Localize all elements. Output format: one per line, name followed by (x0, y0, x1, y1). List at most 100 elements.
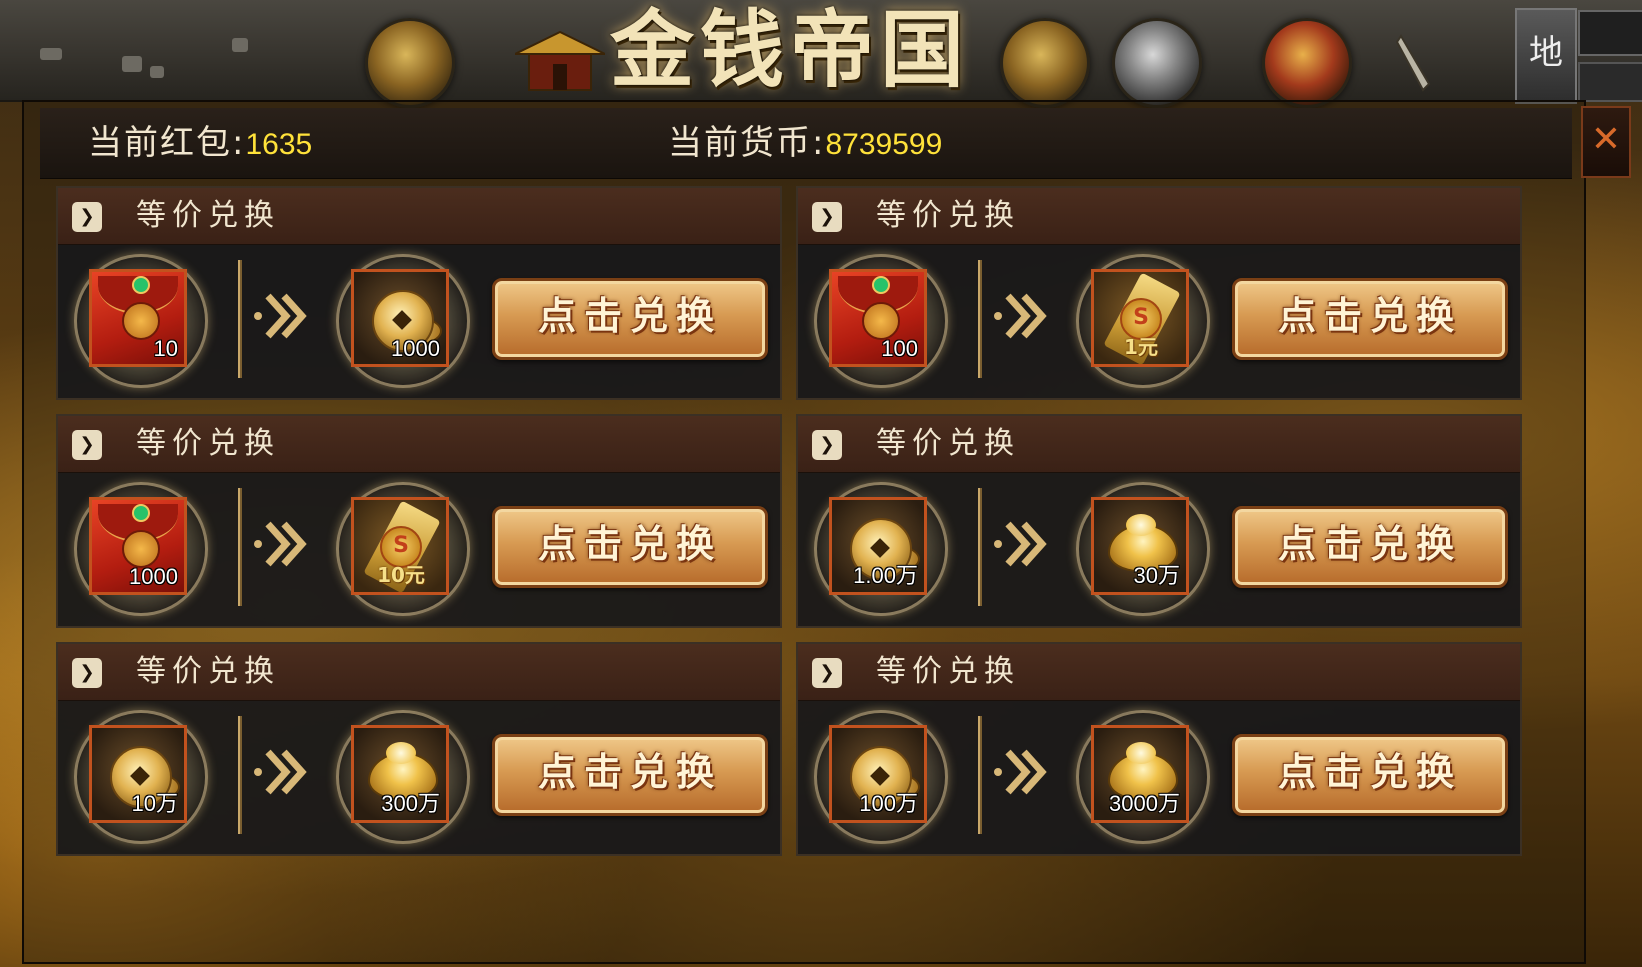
double-chevron-icon (252, 742, 312, 802)
exchange-button[interactable]: 点击兑换 (1232, 734, 1508, 816)
item-count: 100 (881, 336, 918, 361)
ticket-value: 1元 (1124, 335, 1158, 359)
ingot-top (1126, 742, 1156, 764)
exchange-card: ❯ 等价兑换 1.00万 30万 点击兑换 (796, 414, 1522, 628)
gem-icon (872, 276, 890, 294)
exchange-card: ❯ 等价兑换 10万 300万 点击兑换 (56, 642, 782, 856)
divider (978, 488, 982, 606)
ticket-value: 10元 (377, 563, 425, 587)
gold-ticket-icon[interactable]: S 1元 (1076, 254, 1210, 388)
double-chevron-icon (992, 286, 1052, 346)
card-title: 等价兑换 (136, 654, 280, 689)
card-title: 等价兑换 (876, 426, 1020, 461)
item-count: 100万 (859, 791, 918, 816)
close-button[interactable]: ✕ (1581, 106, 1631, 178)
copper-coin-icon[interactable]: 100万 (814, 710, 948, 844)
red-packet-icon[interactable]: 1000 (74, 482, 208, 616)
copper-coin-icon[interactable]: 1.00万 (814, 482, 948, 616)
gold-ticket-icon[interactable]: S 10元 (336, 482, 470, 616)
red-packet-balance: 当前红包:1635 (88, 118, 312, 170)
gold-orb-icon[interactable] (1000, 18, 1090, 108)
minimap-frame[interactable] (1578, 10, 1642, 56)
item-frame: 1000 (351, 269, 449, 367)
double-chevron-icon (252, 286, 312, 346)
card-header: ❯ 等价兑换 (58, 416, 780, 473)
item-count: 3000万 (1109, 791, 1180, 816)
divider (978, 716, 982, 834)
item-frame: 1.00万 (829, 497, 927, 595)
copper-coin-icon[interactable]: 1000 (336, 254, 470, 388)
rock-decoration (40, 48, 62, 60)
rock-decoration (150, 66, 164, 78)
seal-icon (122, 302, 160, 340)
ingot-top (386, 742, 416, 764)
dice-orb-icon[interactable] (1112, 18, 1202, 108)
coin-label: 当前货币: (668, 123, 826, 163)
divider (238, 716, 242, 834)
item-count: 1.00万 (853, 563, 918, 588)
top-hud: 金钱帝国 地 (0, 0, 1642, 108)
card-header: ❯ 等价兑换 (798, 644, 1520, 701)
item-count: 10 (153, 336, 178, 361)
coin-hole (870, 766, 890, 786)
red-packet-icon[interactable]: 100 (814, 254, 948, 388)
temple-icon[interactable] (515, 24, 605, 96)
arrow-right-icon: ❯ (72, 658, 102, 688)
close-icon: ✕ (1590, 119, 1622, 160)
card-title: 等价兑换 (876, 654, 1020, 689)
card-title: 等价兑换 (136, 198, 280, 233)
gold-ingot-icon[interactable]: 300万 (336, 710, 470, 844)
seal-icon (122, 530, 160, 568)
arrow-right-icon: ❯ (812, 658, 842, 688)
card-header: ❯ 等价兑换 (798, 416, 1520, 473)
rock-decoration (232, 38, 248, 52)
gold-ingot-icon[interactable]: 30万 (1076, 482, 1210, 616)
compass-orb-icon[interactable] (365, 18, 455, 108)
coin-balance: 当前货币:8739599 (668, 118, 942, 170)
item-frame: 3000万 (1091, 725, 1189, 823)
exchange-card: ❯ 等价兑换 100 S 1元 点击兑换 (796, 186, 1522, 400)
arrow-right-icon: ❯ (72, 202, 102, 232)
item-frame: 300万 (351, 725, 449, 823)
item-frame: S 1元 (1091, 269, 1189, 367)
minimap-frame-lower (1578, 62, 1642, 102)
sword-icon[interactable] (1395, 34, 1435, 96)
item-frame: 10万 (89, 725, 187, 823)
exchange-button[interactable]: 点击兑换 (1232, 506, 1508, 588)
coin-hole (130, 766, 150, 786)
exchange-button[interactable]: 点击兑换 (492, 734, 768, 816)
double-chevron-icon (992, 742, 1052, 802)
gold-ingot-icon[interactable]: 3000万 (1076, 710, 1210, 844)
game-screen: 金钱帝国 地 当前红包:1635 当前货币:8739599 ✕ ❯ 等价兑换 10 1… (0, 0, 1642, 967)
item-frame: 100 (829, 269, 927, 367)
gem-icon (132, 504, 150, 522)
red-packet-label: 当前红包: (88, 123, 246, 163)
rock-decoration (122, 56, 142, 72)
ingot-top (1126, 514, 1156, 536)
copper-coin-icon[interactable]: 10万 (74, 710, 208, 844)
map-tab[interactable]: 地 (1515, 8, 1577, 104)
item-count: 30万 (1133, 563, 1180, 588)
card-title: 等价兑换 (136, 426, 280, 461)
card-header: ❯ 等价兑换 (58, 188, 780, 245)
double-chevron-icon (992, 514, 1052, 574)
red-packet-icon[interactable]: 10 (74, 254, 208, 388)
coin-hole (870, 538, 890, 558)
game-title: 金钱帝国 (610, 0, 971, 99)
treasure-orb-icon[interactable] (1262, 18, 1352, 108)
exchange-card: ❯ 等价兑换 1000 S 10元 点击兑换 (56, 414, 782, 628)
exchange-button[interactable]: 点击兑换 (492, 278, 768, 360)
arrow-right-icon: ❯ (72, 430, 102, 460)
exchange-card: ❯ 等价兑换 10 1000 点击兑换 (56, 186, 782, 400)
item-count: 1000 (391, 336, 440, 361)
exchange-button[interactable]: 点击兑换 (1232, 278, 1508, 360)
item-frame: 100万 (829, 725, 927, 823)
exchange-button[interactable]: 点击兑换 (492, 506, 768, 588)
item-frame: 30万 (1091, 497, 1189, 595)
double-chevron-icon (252, 514, 312, 574)
arrow-right-icon: ❯ (812, 430, 842, 460)
item-count: 10万 (131, 791, 178, 816)
item-count: 1000 (129, 564, 178, 589)
item-count: 300万 (381, 791, 440, 816)
seal-icon (862, 302, 900, 340)
